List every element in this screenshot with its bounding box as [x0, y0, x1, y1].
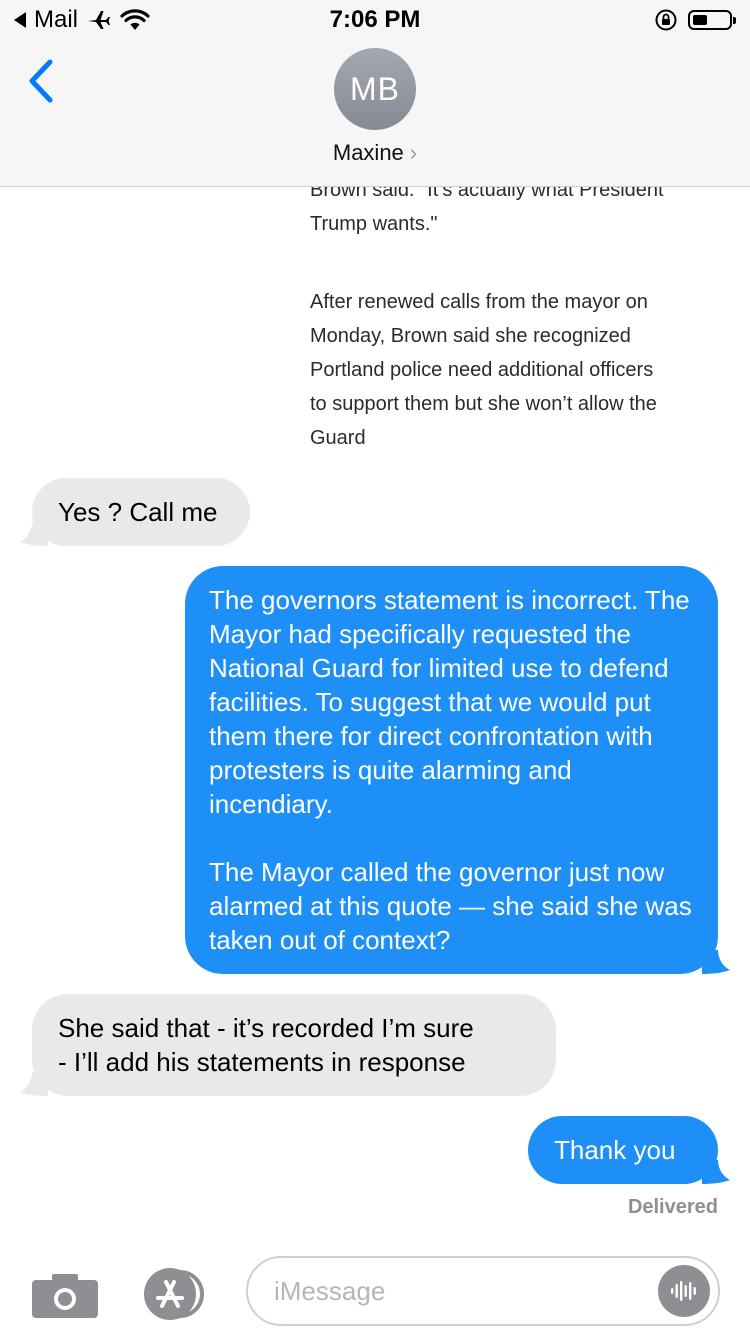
- bubble-tail: [702, 1160, 730, 1184]
- orientation-lock-icon: [655, 9, 677, 31]
- back-chevron-icon[interactable]: [22, 58, 62, 104]
- audio-message-button[interactable]: [658, 1265, 710, 1317]
- composer-bar: iMessage: [0, 1244, 750, 1334]
- contact-name[interactable]: Maxine: [333, 140, 404, 165]
- waveform-icon: [671, 1281, 696, 1301]
- sent-message[interactable]: Thank you: [528, 1116, 718, 1184]
- delivered-status: Delivered: [627, 1196, 718, 1218]
- conversation-header: MB Maxine ›: [0, 40, 750, 187]
- contact-avatar[interactable]: MB: [334, 48, 416, 130]
- chevron-right-icon: ›: [409, 140, 418, 165]
- camera-icon[interactable]: [32, 1274, 98, 1318]
- article-paragraph-2: After renewed calls from the mayor on Mo…: [310, 291, 657, 449]
- status-right: [654, 8, 736, 32]
- contact-name-row[interactable]: Maxine ›: [0, 140, 750, 166]
- status-bar: Mail 7:06 PM: [0, 0, 750, 40]
- bubble-tail: [20, 522, 48, 546]
- received-message[interactable]: Yes ? Call me: [32, 478, 250, 546]
- bubble-tail: [20, 1072, 48, 1096]
- app-store-icon[interactable]: [140, 1266, 214, 1322]
- sent-message[interactable]: The governors statement is incorrect. Th…: [185, 566, 718, 974]
- status-time: 7:06 PM: [329, 6, 421, 33]
- attached-article-image[interactable]: Brown said. "It’s actually what Presiden…: [285, 170, 685, 465]
- imessage-placeholder: iMessage: [274, 1275, 386, 1306]
- bubble-tail: [702, 950, 730, 974]
- received-message[interactable]: She said that - it’s recorded I’m sure -…: [32, 994, 556, 1096]
- imessage-input[interactable]: iMessage: [246, 1256, 720, 1326]
- battery-icon: [688, 10, 736, 30]
